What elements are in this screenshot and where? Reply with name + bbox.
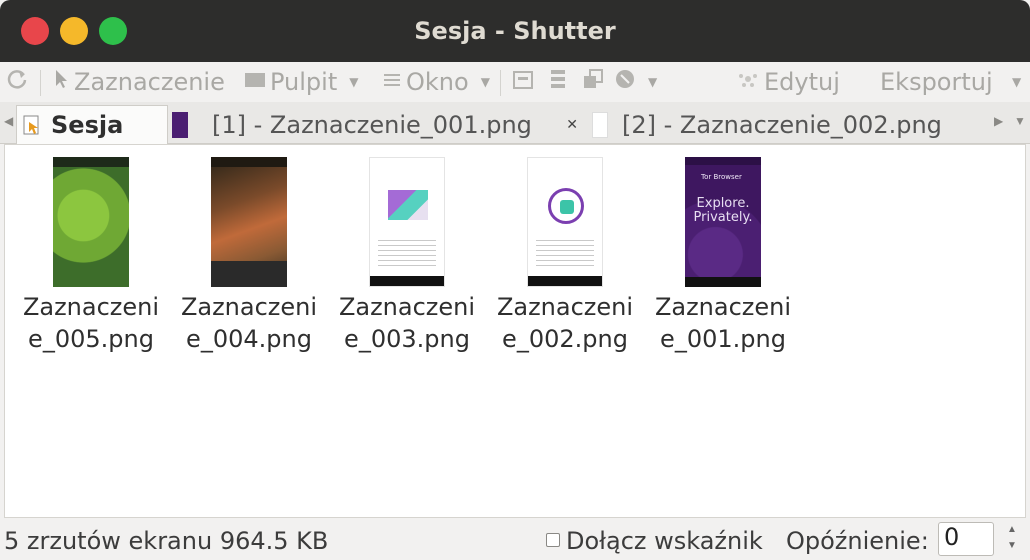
tab-1-label: [1] - Zaznaczenie_001.png (212, 110, 532, 139)
file-thumbnail (53, 157, 129, 287)
menu-icon (512, 68, 534, 96)
desktop-button[interactable]: Pulpit ▼ (244, 66, 358, 98)
screenshot-icon-view[interactable]: Zaznaczenie_005.png Zaznaczenie_004.png … (4, 144, 1026, 518)
edit-icon (736, 68, 760, 96)
delay-label: Opóźnienie: (786, 527, 929, 555)
chevron-down-icon[interactable]: ▼ (349, 75, 358, 89)
tor-headline: Explore. Privately. (693, 196, 753, 226)
file-name: Zaznaczenie_002.png (496, 293, 634, 354)
desktop-label: Pulpit (270, 68, 338, 96)
toolbar-separator (500, 70, 501, 96)
tooltip-capture-button[interactable] (548, 66, 572, 98)
tooltip-icon (548, 68, 568, 96)
file-thumbnail: Tor Browser Explore. Privately. (685, 157, 761, 287)
file-name: Zaznaczenie_005.png (22, 293, 160, 354)
chevron-down-icon[interactable]: ▼ (648, 75, 657, 89)
include-cursor-label[interactable]: Dołącz wskaźnik (566, 527, 763, 555)
tab-thumbnail-icon (592, 111, 608, 138)
file-name: Zaznaczenie_003.png (338, 293, 476, 354)
tab-session-label: Sesja (51, 111, 124, 139)
session-icon (23, 114, 41, 136)
tab-thumbnail-icon (172, 111, 188, 138)
web-capture-button[interactable] (582, 66, 608, 98)
tab-2-label: [2] - Zaznaczenie_002.png (622, 110, 942, 139)
edit-button[interactable]: Edytuj (736, 66, 840, 98)
file-name: Zaznaczenie_004.png (180, 293, 318, 354)
selection-label: Zaznaczenie (74, 68, 225, 96)
title-bar: Sesja - Shutter (0, 0, 1030, 62)
file-thumbnail (527, 157, 603, 287)
tab-zaznaczenie-002[interactable]: [2] - Zaznaczenie_002.png (592, 105, 984, 144)
export-label: Eksportuj (880, 68, 993, 96)
refresh-button[interactable] (6, 66, 32, 98)
menu-capture-button[interactable] (512, 66, 538, 98)
globe-icon (614, 68, 636, 96)
tab-scroll-right-icon[interactable]: ▶ (994, 114, 1003, 128)
refresh-icon (6, 68, 28, 96)
window-button[interactable]: Okno ▼ (382, 66, 490, 98)
text-lines-image (536, 236, 594, 266)
window-icon (382, 68, 402, 96)
delay-input[interactable]: 0 (938, 522, 994, 556)
tab-bar: ◀ Sesja [1] - Zaznaczenie_001.png ✕ [2] … (0, 102, 1030, 144)
file-thumbnail (369, 157, 445, 287)
chevron-down-icon: ▼ (1012, 75, 1022, 89)
edit-label: Edytuj (764, 68, 840, 96)
toolbar-overflow-button[interactable]: ▼ (1012, 66, 1021, 98)
tab-menu-icon[interactable]: ▼ (1014, 114, 1026, 128)
window-label: Okno (406, 68, 469, 96)
tab-session[interactable]: Sesja (16, 105, 168, 144)
toolbar-separator (40, 70, 41, 96)
window-title: Sesja - Shutter (414, 17, 616, 45)
selection-button[interactable]: Zaznaczenie (54, 66, 225, 98)
chevron-up-icon[interactable]: ▲ (1000, 522, 1024, 538)
toolbar: Zaznaczenie Pulpit ▼ Okno ▼ ▼ Edytuj Eks… (0, 62, 1030, 102)
globe-button[interactable]: ▼ (614, 66, 657, 98)
tor-logo: Tor Browser (701, 173, 742, 181)
chevron-down-icon[interactable]: ▼ (481, 75, 490, 89)
tab-scroll-left-icon[interactable]: ◀ (4, 114, 13, 128)
delay-stepper[interactable]: ▲ ▼ (1000, 522, 1024, 556)
file-item[interactable]: Zaznaczenie_004.png (174, 157, 324, 356)
file-item[interactable]: Zaznaczenie_003.png (332, 157, 482, 356)
illustration-image (388, 190, 428, 220)
screenshot-count: 5 zrzutów ekranu 964.5 KB (4, 527, 329, 555)
desktop-icon (244, 68, 266, 96)
close-icon[interactable]: ✕ (566, 117, 578, 133)
shield-icon (548, 188, 584, 224)
file-thumbnail (211, 157, 287, 287)
tab-zaznaczenie-001[interactable]: [1] - Zaznaczenie_001.png ✕ (172, 105, 588, 144)
window-stack-icon (582, 68, 604, 96)
file-name: Zaznaczenie_001.png (654, 293, 792, 354)
cursor-icon (54, 68, 70, 96)
export-button[interactable]: Eksportuj (880, 66, 993, 98)
text-lines-image (378, 236, 436, 266)
chevron-down-icon[interactable]: ▼ (1000, 538, 1024, 554)
status-bar: 5 zrzutów ekranu 964.5 KB Dołącz wskaźni… (0, 518, 1030, 560)
file-item[interactable]: Zaznaczenie_002.png (490, 157, 640, 356)
file-item[interactable]: Tor Browser Explore. Privately. Zaznacze… (648, 157, 798, 356)
include-cursor-checkbox[interactable] (546, 533, 560, 547)
file-item[interactable]: Zaznaczenie_005.png (16, 157, 166, 356)
